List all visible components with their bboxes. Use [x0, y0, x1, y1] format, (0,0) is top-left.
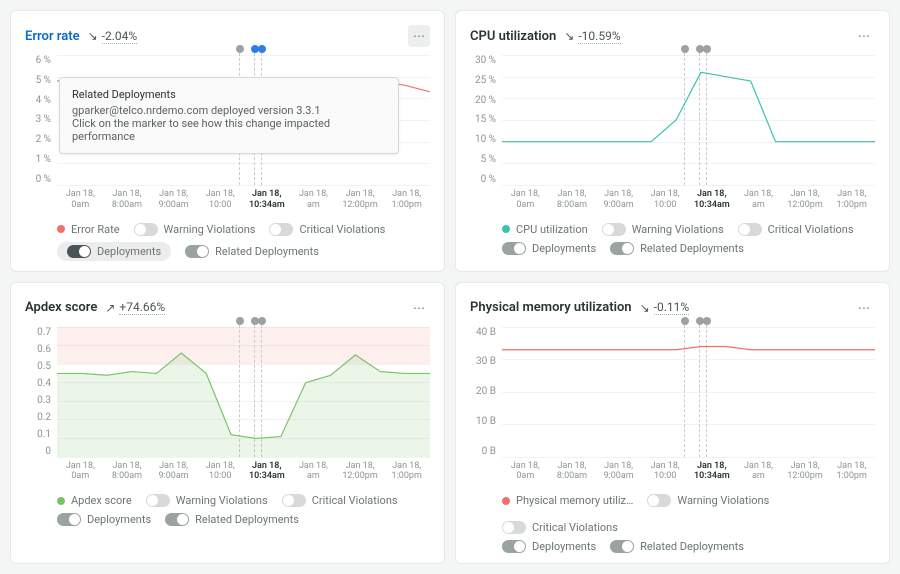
- toggle-deployments[interactable]: Deployments: [57, 242, 171, 261]
- card-menu-button[interactable]: ⋯: [408, 297, 430, 319]
- trend-value: -0.11%: [654, 300, 690, 315]
- legend-row-1: Error Rate Warning Violations Critical V…: [57, 223, 430, 236]
- card-title[interactable]: Error rate: [25, 29, 80, 44]
- card-menu-button[interactable]: ⋯: [408, 25, 430, 47]
- legend-series-label: Apdex score: [71, 494, 132, 507]
- trend-down-icon: ↘: [88, 29, 98, 43]
- trend-indicator: ↘ -2.04%: [88, 29, 138, 44]
- legend-series[interactable]: CPU utilization: [502, 223, 588, 236]
- legend-row-2: Deployments Related Deployments: [502, 540, 875, 553]
- legend-series[interactable]: Physical memory utiliz…: [502, 494, 633, 507]
- toggle-warning[interactable]: Warning Violations: [647, 494, 769, 507]
- legend-series-label: Physical memory utiliz…: [516, 494, 633, 507]
- card-menu-button[interactable]: ⋯: [853, 25, 875, 47]
- toggle-related-deployments[interactable]: Related Deployments: [185, 245, 319, 258]
- series-color-dot: [502, 225, 510, 233]
- tooltip-line2: Click on the marker to see how this chan…: [72, 117, 386, 143]
- toggle-related-deployments[interactable]: Related Deployments: [165, 513, 299, 526]
- chart-area-apdex: 0.70.60.50.40.30.20.10: [25, 327, 430, 457]
- legend-series[interactable]: Apdex score: [57, 494, 132, 507]
- x-axis: Jan 18,0amJan 18,8:00amJan 18,9:00amJan …: [502, 189, 875, 211]
- chart-area-memory: 40 B30 B20 B10 B0 B: [470, 327, 875, 457]
- trend-indicator: ↗ +74.66%: [105, 300, 165, 315]
- card-apdex: Apdex score ↗ +74.66% ⋯ 0.70.60.50.40.30…: [10, 282, 445, 565]
- toggle-critical[interactable]: Critical Violations: [282, 494, 398, 507]
- toggle-warning[interactable]: Warning Violations: [146, 494, 268, 507]
- tooltip-title: Related Deployments: [72, 88, 386, 101]
- ellipsis-icon: ⋯: [413, 301, 425, 315]
- toggle-related-deployments[interactable]: Related Deployments: [610, 540, 744, 553]
- ellipsis-icon: ⋯: [858, 301, 870, 315]
- x-axis: Jan 18,0amJan 18,8:00amJan 18,9:00amJan …: [57, 461, 430, 483]
- dashboard-grid: Error rate ↘ -2.04% ⋯ 6 %5 %4 %3 %2 %1 %…: [10, 10, 890, 564]
- trend-indicator: ↘ -10.59%: [564, 29, 620, 44]
- ellipsis-icon: ⋯: [858, 29, 870, 43]
- toggle-deployments[interactable]: Deployments: [57, 513, 151, 526]
- y-axis: 6 %5 %4 %3 %2 %1 %0 %: [25, 55, 57, 185]
- card-title[interactable]: CPU utilization: [470, 29, 556, 44]
- card-cpu: CPU utilization ↘ -10.59% ⋯ 30 %25 %20 %…: [455, 10, 890, 272]
- legend-series-label: Error Rate: [71, 223, 120, 236]
- toggle-deployments[interactable]: Deployments: [502, 242, 596, 255]
- trend-down-icon: ↘: [564, 29, 574, 43]
- plot-apdex[interactable]: [57, 327, 430, 457]
- card-header: Physical memory utilization ↘ -0.11% ⋯: [470, 297, 875, 319]
- trend-value: +74.66%: [119, 300, 165, 315]
- toggle-warning[interactable]: Warning Violations: [602, 223, 724, 236]
- toggle-deployments[interactable]: Deployments: [502, 540, 596, 553]
- trend-up-icon: ↗: [105, 301, 115, 315]
- legend-row-1: Apdex score Warning Violations Critical …: [57, 494, 430, 507]
- plot-cpu[interactable]: [502, 55, 875, 185]
- plot-memory[interactable]: [502, 327, 875, 457]
- card-error-rate: Error rate ↘ -2.04% ⋯ 6 %5 %4 %3 %2 %1 %…: [10, 10, 445, 272]
- toggle-warning[interactable]: Warning Violations: [134, 223, 256, 236]
- plot-error-rate[interactable]: Related Deployments gparker@telco.nrdemo…: [57, 55, 430, 185]
- card-title[interactable]: Apdex score: [25, 300, 97, 315]
- deployment-tooltip: Related Deployments gparker@telco.nrdemo…: [59, 77, 399, 154]
- chart-area-error-rate: 6 %5 %4 %3 %2 %1 %0 % Related Deployment…: [25, 55, 430, 185]
- legend-row-1: Physical memory utiliz… Warning Violatio…: [502, 494, 875, 534]
- legend-row-2: Deployments Related Deployments: [57, 242, 430, 261]
- y-axis: 0.70.60.50.40.30.20.10: [25, 327, 57, 457]
- x-axis: Jan 18,0amJan 18,8:00amJan 18,9:00amJan …: [57, 189, 430, 211]
- card-header: Error rate ↘ -2.04% ⋯: [25, 25, 430, 47]
- x-axis: Jan 18,0amJan 18,8:00amJan 18,9:00amJan …: [502, 461, 875, 483]
- series-color-dot: [57, 497, 65, 505]
- y-axis: 40 B30 B20 B10 B0 B: [470, 327, 502, 457]
- card-header: CPU utilization ↘ -10.59% ⋯: [470, 25, 875, 47]
- card-memory: Physical memory utilization ↘ -0.11% ⋯ 4…: [455, 282, 890, 565]
- card-menu-button[interactable]: ⋯: [853, 297, 875, 319]
- card-header: Apdex score ↗ +74.66% ⋯: [25, 297, 430, 319]
- trend-value: -2.04%: [102, 29, 138, 44]
- toggle-critical[interactable]: Critical Violations: [502, 521, 618, 534]
- trend-down-icon: ↘: [640, 301, 650, 315]
- legend-series-label: CPU utilization: [516, 223, 588, 236]
- toggle-critical[interactable]: Critical Violations: [738, 223, 854, 236]
- ellipsis-icon: ⋯: [413, 29, 425, 43]
- toggle-related-deployments[interactable]: Related Deployments: [610, 242, 744, 255]
- chart-area-cpu: 30 %25 %20 %15 %10 %5 %0 %: [470, 55, 875, 185]
- legend-row-2: Deployments Related Deployments: [502, 242, 875, 255]
- series-color-dot: [502, 497, 510, 505]
- card-title[interactable]: Physical memory utilization: [470, 300, 632, 315]
- toggle-critical[interactable]: Critical Violations: [269, 223, 385, 236]
- trend-indicator: ↘ -0.11%: [640, 300, 690, 315]
- series-color-dot: [57, 225, 65, 233]
- legend-series[interactable]: Error Rate: [57, 223, 120, 236]
- legend-row-1: CPU utilization Warning Violations Criti…: [502, 223, 875, 236]
- trend-value: -10.59%: [578, 29, 620, 44]
- y-axis: 30 %25 %20 %15 %10 %5 %0 %: [470, 55, 502, 185]
- legend-row-2: Deployments Related Deployments: [57, 513, 430, 526]
- tooltip-line1: gparker@telco.nrdemo.com deployed versio…: [72, 104, 386, 117]
